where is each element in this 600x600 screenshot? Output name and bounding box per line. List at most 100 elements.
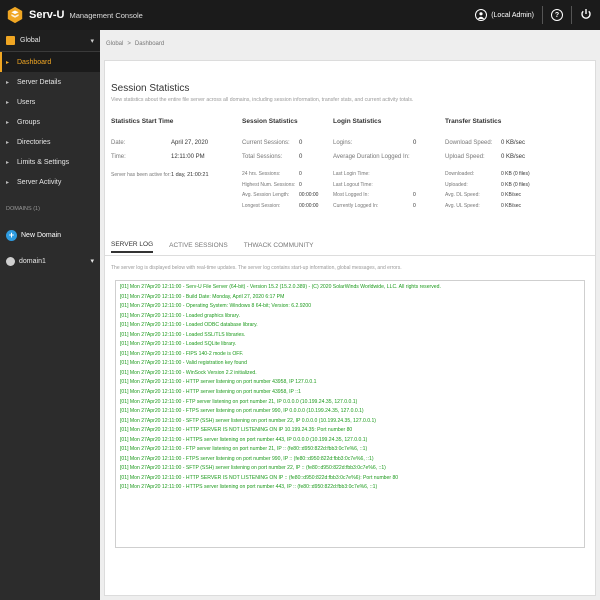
stat-label: Download Speed: [445, 140, 493, 146]
login-stats-section: Login Statistics Logins: 0 Average Durati… [333, 118, 443, 211]
stat-label: Avg. UL Speed: [445, 202, 480, 209]
arrow-right-icon: ▸ [6, 99, 10, 106]
log-line: [01] Mon 27Apr20 12:11:00 - FTP server l… [120, 398, 358, 405]
help-icon[interactable]: ? [551, 9, 563, 21]
stat-label: Currently Logged In: [333, 202, 379, 209]
stat-value: 0 [299, 140, 303, 146]
log-line: [01] Mon 27Apr20 12:11:00 - Loaded ODBC … [120, 322, 258, 329]
stat-label: Average Duration Logged In: [333, 154, 410, 160]
domains-heading: DOMAINS (1) [6, 206, 40, 212]
divider [542, 6, 543, 24]
stat-label: Time: [111, 154, 126, 160]
tab-thwack-community[interactable]: THWACK COMMUNITY [244, 237, 314, 253]
stat-value: 0 KB/sec [501, 154, 526, 160]
arrow-right-icon: ▸ [6, 59, 10, 66]
sidebar-item-directories[interactable]: ▸ Directories [0, 132, 100, 152]
log-line: [01] Mon 27Apr20 12:11:00 - Valid regist… [120, 360, 247, 367]
stats-start-section: Statistics Start Time Date: April 27, 202… [111, 118, 231, 182]
stat-value: 00:00:00 [299, 192, 319, 199]
stat-value: 0 KB (0 files) [501, 171, 530, 178]
tab-server-log[interactable]: SERVER LOG [111, 237, 154, 253]
power-icon[interactable] [580, 8, 592, 22]
log-line: [01] Mon 27Apr20 12:11:00 - FIPS 140-2 m… [120, 350, 244, 357]
stat-label: 24 hrs. Sessions: [242, 171, 281, 178]
sidebar-item-label: Server Activity [17, 178, 62, 186]
log-line: [01] Mon 27Apr20 12:11:00 - Loaded graph… [120, 312, 240, 319]
new-domain-label: New Domain [21, 231, 62, 239]
stat-label: Server has been active for: [111, 172, 171, 178]
sidebar-item-limits-settings[interactable]: ▸ Limits & Settings [0, 152, 100, 172]
log-line: [01] Mon 27Apr20 12:11:00 - Serv-U File … [120, 284, 441, 290]
stat-value: 0 KB/sec [501, 202, 522, 209]
sidebar-item-groups[interactable]: ▸ Groups [0, 112, 100, 132]
stat-label: Total Sessions: [242, 154, 283, 160]
stat-label: Current Sessions: [242, 140, 290, 146]
section-heading: Login Statistics [333, 118, 382, 125]
breadcrumb-global[interactable]: Global [106, 41, 123, 47]
log-line: [01] Mon 27Apr20 12:11:00 - HTTP server … [120, 379, 317, 386]
chevron-down-icon: ▾ [90, 258, 94, 265]
divider [105, 255, 595, 256]
divider [571, 6, 572, 24]
global-icon [6, 36, 15, 45]
domain-icon [6, 256, 15, 266]
stat-label: Avg. Session Length: [242, 192, 290, 199]
log-line: [01] Mon 27Apr20 12:11:00 - Operating Sy… [120, 303, 312, 310]
arrow-right-icon: ▸ [6, 119, 10, 126]
sidebar-item-label: Groups [17, 118, 40, 126]
log-line: [01] Mon 27Apr20 12:11:00 - HTTPS server… [120, 436, 368, 443]
log-line: [01] Mon 27Apr20 12:11:00 - Loaded SSL/T… [120, 331, 246, 338]
new-domain-button[interactable]: + New Domain [0, 224, 100, 246]
stat-value: 0 KB (0 files) [501, 181, 530, 188]
server-log-box[interactable]: [01] Mon 27Apr20 12:11:00 - Serv-U File … [115, 280, 585, 548]
sidebar-item-dashboard[interactable]: ▸ Dashboard [0, 52, 100, 72]
sidebar-item-label: Limits & Settings [17, 158, 70, 166]
top-bar: Serv-U Management Console (Local Admin) … [0, 0, 600, 30]
log-line: [01] Mon 27Apr20 12:11:00 - HTTPS server… [120, 484, 378, 491]
plus-icon: + [6, 229, 17, 241]
log-line: [01] Mon 27Apr20 12:11:00 - WinSock Vers… [120, 369, 257, 376]
stat-label: Upload Speed: [445, 154, 485, 160]
sidebar-item-label: Dashboard [17, 58, 52, 66]
sidebar-item-server-details[interactable]: ▸ Server Details [0, 72, 100, 92]
stat-value: 0 [413, 192, 416, 199]
log-description: The server log is displayed below with r… [111, 265, 402, 271]
page-title: Session Statistics [111, 83, 190, 94]
stat-value: 12:11:00 PM [171, 154, 205, 160]
sidebar-global-label: Global [20, 37, 41, 44]
section-heading: Transfer Statistics [445, 118, 502, 125]
stat-label: Avg. DL Speed: [445, 192, 480, 199]
log-line: [01] Mon 27Apr20 12:11:00 - SFTP (SSH) s… [120, 417, 376, 424]
stat-label: Last Logout Time: [333, 181, 373, 188]
breadcrumb: Global > Dashboard [100, 30, 600, 58]
main-content: Global > Dashboard Session Statistics Vi… [100, 30, 600, 600]
log-line: [01] Mon 27Apr20 12:11:00 - FTP server l… [120, 446, 368, 453]
sidebar-item-users[interactable]: ▸ Users [0, 92, 100, 112]
log-line: [01] Mon 27Apr20 12:11:00 - HTTP SERVER … [120, 427, 353, 434]
sidebar-domain-item[interactable]: domain1 ▾ [0, 250, 100, 272]
stat-label: Uploaded: [445, 181, 468, 188]
sidebar-global[interactable]: Global ▾ [0, 30, 100, 52]
user-menu[interactable]: (Local Admin) [475, 9, 534, 21]
log-line: [01] Mon 27Apr20 12:11:00 - HTTP server … [120, 389, 301, 396]
log-line: [01] Mon 27Apr20 12:11:00 - FTPS server … [120, 408, 364, 415]
stat-value: 0 [299, 181, 302, 188]
stat-label: Logins: [333, 140, 353, 146]
stat-label: Highest Num. Sessions: [242, 181, 296, 188]
app-brand: Serv-U [29, 9, 65, 21]
stat-label: Most Logged In: [333, 192, 369, 199]
sidebar-item-server-activity[interactable]: ▸ Server Activity [0, 172, 100, 192]
log-line: [01] Mon 27Apr20 12:11:00 - HTTP SERVER … [120, 474, 399, 481]
log-tabs: SERVER LOG ACTIVE SESSIONS THWACK COMMUN… [111, 237, 314, 253]
stat-value: 0 [413, 140, 417, 146]
session-stats-section: Session Statistics Current Sessions: 0 To… [242, 118, 337, 211]
section-heading: Statistics Start Time [111, 118, 174, 125]
breadcrumb-separator: > [127, 41, 131, 47]
user-icon [475, 9, 488, 21]
servu-logo [6, 6, 24, 24]
tab-active-sessions[interactable]: ACTIVE SESSIONS [169, 237, 228, 253]
sidebar-item-label: Server Details [17, 78, 61, 86]
stat-value: 0 [299, 154, 303, 160]
domain-label: domain1 [19, 257, 46, 265]
servu-logo-icon [7, 6, 23, 24]
